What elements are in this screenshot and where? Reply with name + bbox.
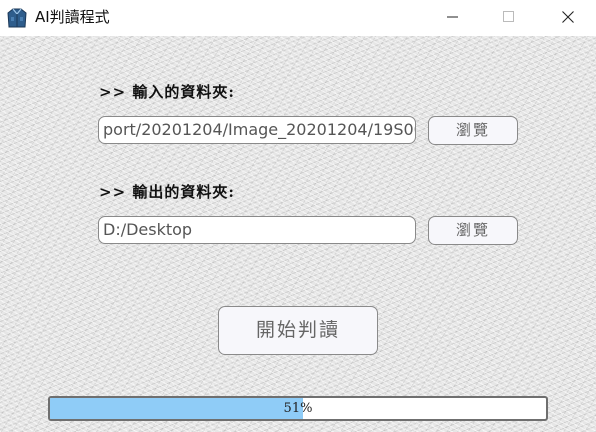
close-icon (562, 8, 574, 27)
close-button[interactable] (545, 0, 591, 34)
minimize-icon (447, 8, 459, 27)
progress-bar: 51% (48, 396, 548, 421)
jacket-icon (6, 7, 28, 29)
start-analysis-button[interactable]: 開始判讀 (218, 306, 378, 355)
maximize-button[interactable] (486, 0, 532, 34)
input-browse-button[interactable]: 瀏覽 (428, 116, 518, 145)
progress-text: 51% (283, 401, 313, 416)
output-browse-button[interactable]: 瀏覽 (428, 216, 518, 245)
main-panel: >> 輸入的資料夾: port/20201204/Image_20201204/… (0, 36, 596, 432)
maximize-icon (503, 8, 515, 27)
app-window: AI判讀程式 >> 輸入的資料夾: port/20201204/Image_20… (0, 0, 596, 432)
title-bar[interactable]: AI判讀程式 (0, 0, 596, 36)
input-folder-label: >> 輸入的資料夾: (99, 83, 235, 101)
window-title: AI判讀程式 (35, 8, 110, 26)
minimize-button[interactable] (430, 0, 476, 34)
input-folder-field[interactable]: port/20201204/Image_20201204/19S001 (98, 116, 416, 144)
output-folder-field[interactable]: D:/Desktop (98, 216, 416, 244)
output-folder-label: >> 輸出的資料夾: (99, 183, 235, 201)
